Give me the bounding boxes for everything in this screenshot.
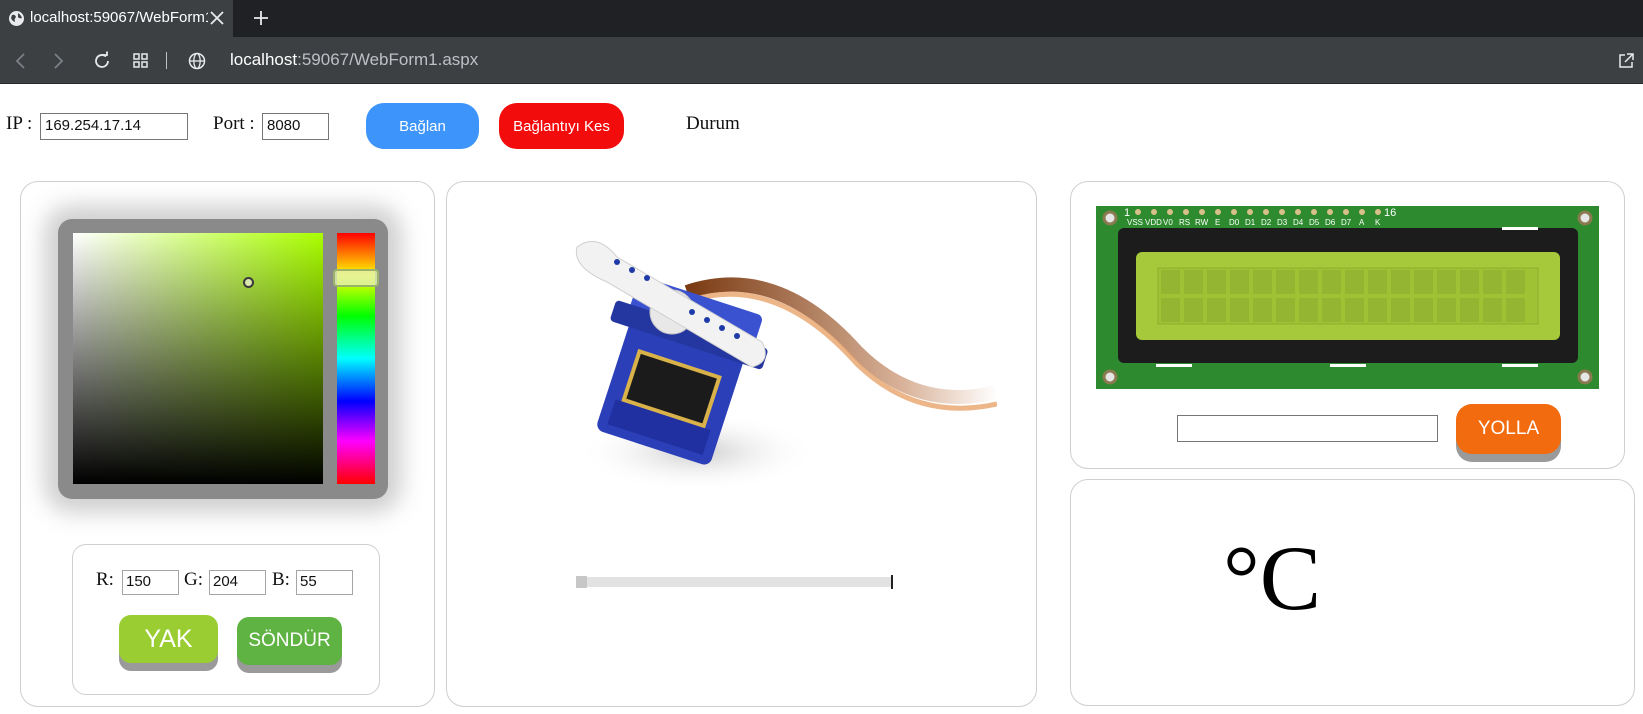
servo-panel [446,181,1037,707]
port-input[interactable]: 8080 [262,113,329,140]
lcd-pin-label: D7 [1341,218,1352,227]
lcd-pin-label: D5 [1309,218,1320,227]
lcd-pin-label: RS [1179,218,1190,227]
b-label: B: [272,569,290,590]
lcd-pin-label: VSS [1127,218,1143,227]
lcd-pin-label: D6 [1325,218,1336,227]
site-info-icon[interactable] [187,51,207,71]
status-text: Durum [686,113,740,134]
new-tab-icon[interactable] [252,9,270,27]
apps-grid-icon[interactable] [131,51,151,71]
saturation-value-area[interactable] [73,233,323,484]
servo-slider-thumb[interactable] [576,576,587,588]
connect-button[interactable]: Bağlan [366,103,479,149]
lcd-16x2-image: 1 VSS VDD V0 RS RW E D0 D1 D2 D3 D4 D5 D… [1096,206,1599,389]
g-label: G: [184,569,203,590]
color-picker-handle[interactable] [243,277,254,288]
lcd-pin-label: K [1375,218,1381,227]
temperature-unit: °C [1223,527,1322,629]
g-input[interactable]: 204 [209,570,266,595]
globe-icon [8,10,25,27]
lcd-pin-label: D4 [1293,218,1304,227]
tab-title: localhost:59067/WebForm1.aspx [30,9,208,26]
url-path: :59067/WebForm1.aspx [297,50,479,69]
color-panel: R: 150 G: 204 B: 55 YAK SÖNDÜR [20,181,435,707]
color-picker [58,219,388,499]
r-label: R: [96,569,114,590]
servo-slider-end-mark [891,575,893,589]
lcd-pin-label: D1 [1245,218,1256,227]
ip-label: IP : [6,113,33,134]
disconnect-button[interactable]: Bağlantıyı Kes [499,103,624,149]
toolbar-divider [166,52,167,69]
lcd-pin-label: D0 [1229,218,1240,227]
url-host: localhost [230,50,298,69]
browser-toolbar: localhost:59067/WebForm1.aspx [0,37,1643,84]
lcd-pin-label: V0 [1163,218,1173,227]
reload-icon[interactable] [92,51,112,71]
temperature-panel: °C [1070,479,1635,706]
forward-icon[interactable] [48,51,68,71]
r-input[interactable]: 150 [122,570,179,595]
close-icon[interactable] [208,9,226,27]
lcd-pin-label: A [1359,218,1365,227]
back-icon[interactable] [11,51,31,71]
browser-tab[interactable]: localhost:59067/WebForm1.aspx [0,0,233,37]
yak-button[interactable]: YAK [119,615,218,663]
rgb-controls: R: 150 G: 204 B: 55 YAK SÖNDÜR [72,544,380,695]
lcd-pin-label: D3 [1277,218,1288,227]
lcd-pin-label: E [1215,218,1220,227]
ip-input[interactable]: 169.254.17.14 [40,113,188,140]
address-bar[interactable]: localhost:59067/WebForm1.aspx [230,50,478,70]
hue-slider-handle[interactable] [333,269,379,287]
servo-motor-image [575,240,997,492]
servo-angle-slider[interactable] [576,575,893,589]
b-input[interactable]: 55 [296,570,353,595]
yolla-button[interactable]: YOLLA [1456,404,1561,454]
lcd-pin-label: D2 [1261,218,1272,227]
lcd-pin-label: VDD [1145,218,1162,227]
sondur-button[interactable]: SÖNDÜR [237,617,342,665]
browser-tabbar: localhost:59067/WebForm1.aspx [0,0,1643,37]
lcd-text-input[interactable] [1177,415,1438,442]
share-icon[interactable] [1616,51,1636,71]
lcd-panel: 1 VSS VDD V0 RS RW E D0 D1 D2 D3 D4 D5 D… [1070,181,1625,469]
lcd-pin-label: 16 [1384,207,1396,219]
port-label: Port : [213,113,255,134]
lcd-pin-label: RW [1195,218,1209,227]
